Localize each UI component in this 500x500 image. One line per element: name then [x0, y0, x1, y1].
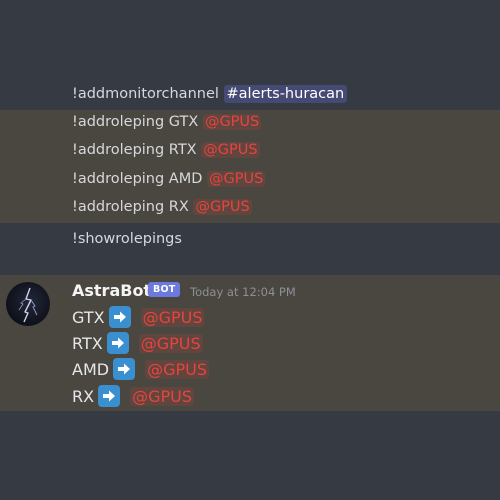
- gpu-label: GTX: [72, 307, 105, 327]
- role-mention[interactable]: @GPUS: [207, 171, 266, 187]
- bot-tag: BOT: [148, 282, 181, 297]
- bot-roleping-line: GTX @GPUS: [72, 306, 205, 328]
- roleping-message: !addroleping GTX @GPUS: [72, 114, 262, 130]
- chat-view: !addmonitorchannel #alerts-huracan !addr…: [0, 0, 500, 500]
- channel-mention[interactable]: #alerts-huracan: [223, 85, 348, 103]
- roleping-message: !addroleping RTX @GPUS: [72, 142, 260, 158]
- role-mention[interactable]: @GPUS: [140, 307, 205, 327]
- roleping-command-text: !addroleping GTX: [72, 114, 203, 130]
- gpu-label: RX: [72, 386, 95, 406]
- roleping-command-text: !addroleping RTX: [72, 142, 202, 158]
- right-arrow-emoji-icon: [98, 385, 121, 407]
- right-arrow-emoji-icon: [106, 332, 129, 354]
- lightning-avatar-icon[interactable]: [6, 282, 50, 326]
- monitor-command-message: !addmonitorchannel #alerts-huracan: [72, 85, 348, 103]
- bot-username[interactable]: AstraBot: [72, 281, 151, 300]
- show-rolepings-message: !showrolepings: [72, 231, 182, 247]
- message-timestamp: Today at 12:04 PM: [190, 285, 296, 299]
- gpu-label: RTX: [72, 333, 103, 353]
- role-mention[interactable]: @GPUS: [145, 359, 209, 379]
- roleping-command-text: !addroleping AMD: [72, 171, 208, 187]
- bot-roleping-line: RTX @GPUS: [72, 332, 203, 354]
- role-mention[interactable]: @GPUS: [202, 114, 262, 130]
- role-mention[interactable]: @GPUS: [193, 199, 252, 215]
- bot-roleping-line: RX @GPUS: [72, 385, 194, 407]
- monitor-command-text: !addmonitorchannel: [72, 86, 224, 102]
- role-mention[interactable]: @GPUS: [130, 386, 194, 406]
- role-mention[interactable]: @GPUS: [201, 142, 260, 158]
- roleping-message: !addroleping AMD @GPUS: [72, 171, 266, 187]
- right-arrow-emoji-icon: [113, 358, 136, 380]
- bot-roleping-line: AMD @GPUS: [72, 358, 209, 380]
- right-arrow-emoji-icon: [108, 306, 131, 328]
- gpu-label: AMD: [72, 359, 110, 379]
- role-mention[interactable]: @GPUS: [138, 333, 203, 353]
- roleping-message: !addroleping RX @GPUS: [72, 199, 252, 215]
- roleping-command-text: !addroleping RX: [72, 199, 194, 215]
